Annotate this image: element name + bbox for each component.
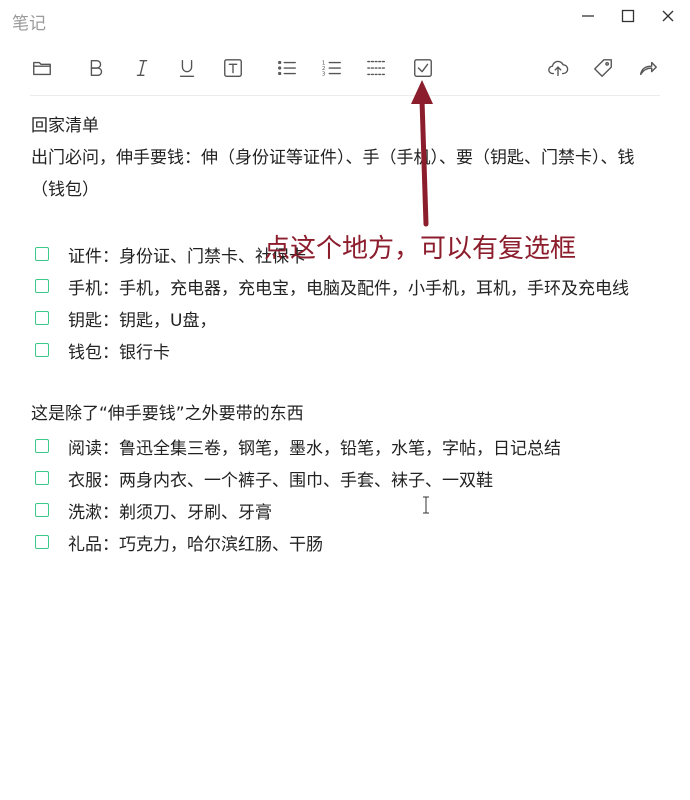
close-button[interactable]: [651, 2, 685, 30]
svg-text:3: 3: [322, 71, 326, 77]
tag-button[interactable]: [589, 54, 617, 82]
bold-button[interactable]: [82, 54, 110, 82]
divider-line-button[interactable]: [363, 54, 391, 82]
checklist-item-text: 钥匙：钥匙，U盘，: [68, 310, 217, 331]
checklist-item: 手机：手机，充电器，充电宝，电脑及配件，小手机，耳机，手环及充电线: [31, 270, 671, 302]
share-button[interactable]: [634, 54, 662, 82]
divider-line-icon: [367, 60, 387, 76]
checklist-item-text: 衣服：两身内衣、一个裤子、围巾、手套、袜子、一双鞋: [68, 470, 493, 491]
window-title: 笔记: [12, 14, 46, 34]
checkbox[interactable]: [35, 439, 49, 453]
annotation-arrow-icon: [411, 80, 433, 227]
note-window: 笔记 123 回家清单 出门必问，伸手要钱：伸（身份证等证件）、手（手机）、要（…: [0, 0, 690, 800]
folder-button[interactable]: [28, 54, 56, 82]
bullet-list-button[interactable]: [273, 54, 301, 82]
numbered-list-icon: 123: [322, 60, 341, 77]
italic-button[interactable]: [128, 54, 156, 82]
note-editor[interactable]: 回家清单 出门必问，伸手要钱：伸（身份证等证件）、手（手机）、要（钥匙、门禁卡）…: [31, 110, 671, 558]
checklist-item-text: 阅读：鲁迅全集三卷，钢笔，墨水，铅笔，水笔，字帖，日记总结: [68, 438, 561, 459]
cloud-upload-button[interactable]: [544, 54, 572, 82]
checklist-item-text: 钱包：银行卡: [68, 342, 170, 363]
underline-button[interactable]: [173, 54, 201, 82]
maximize-icon: [621, 9, 635, 23]
checklist-item: 礼品：巧克力，哈尔滨红肠、干肠: [31, 526, 671, 558]
minimize-button[interactable]: [571, 2, 605, 30]
note-intro: 出门必问，伸手要钱：伸（身份证等证件）、手（手机）、要（钥匙、门禁卡）、钱（钱包…: [31, 148, 635, 200]
checklist-item: 衣服：两身内衣、一个裤子、围巾、手套、袜子、一双鞋: [31, 462, 671, 494]
italic-icon: [136, 59, 148, 77]
maximize-button[interactable]: [611, 2, 645, 30]
checklist-item-text: 礼品：巧克力，哈尔滨红肠、干肠: [68, 534, 323, 555]
checklist-item-text: 手机：手机，充电器，充电宝，电脑及配件，小手机，耳机，手环及充电线: [68, 278, 629, 299]
text-box-icon: [224, 59, 242, 77]
folder-icon: [33, 61, 51, 76]
checkbox[interactable]: [35, 311, 49, 325]
checklist-item: 钱包：银行卡: [31, 334, 671, 366]
annotation-text: 点这个地方，可以有复选框: [264, 234, 577, 264]
checkbox[interactable]: [35, 503, 49, 517]
share-icon: [639, 61, 657, 76]
checkbox[interactable]: [35, 247, 49, 261]
underline-icon: [179, 59, 195, 77]
minimize-icon: [582, 15, 594, 17]
text-cursor-icon: [423, 496, 429, 514]
section-title: 这是除了“伸手要钱”之外要带的东西: [31, 404, 304, 424]
checkbox[interactable]: [35, 279, 49, 293]
checkbox-icon: [414, 59, 432, 77]
cloud-upload-icon: [548, 60, 569, 77]
checklist-item: 钥匙：钥匙，U盘，: [31, 302, 671, 334]
checkbox[interactable]: [35, 471, 49, 485]
bullet-list-icon: [278, 60, 296, 76]
numbered-list-button[interactable]: 123: [318, 54, 346, 82]
note-heading: 回家清单: [31, 116, 99, 136]
bold-icon: [90, 59, 103, 77]
checklist-item: 阅读：鲁迅全集三卷，钢笔，墨水，铅笔，水笔，字帖，日记总结: [31, 430, 671, 462]
checklist-item-text: 洗漱：剃须刀、牙刷、牙膏: [68, 502, 272, 523]
text-box-button[interactable]: [219, 54, 247, 82]
checklist-item: 洗漱：剃须刀、牙刷、牙膏: [31, 494, 671, 526]
checkbox[interactable]: [35, 343, 49, 357]
tag-icon: [594, 59, 612, 77]
checkbox[interactable]: [35, 535, 49, 549]
toolbar-divider: [30, 95, 660, 96]
close-icon: [662, 10, 674, 22]
